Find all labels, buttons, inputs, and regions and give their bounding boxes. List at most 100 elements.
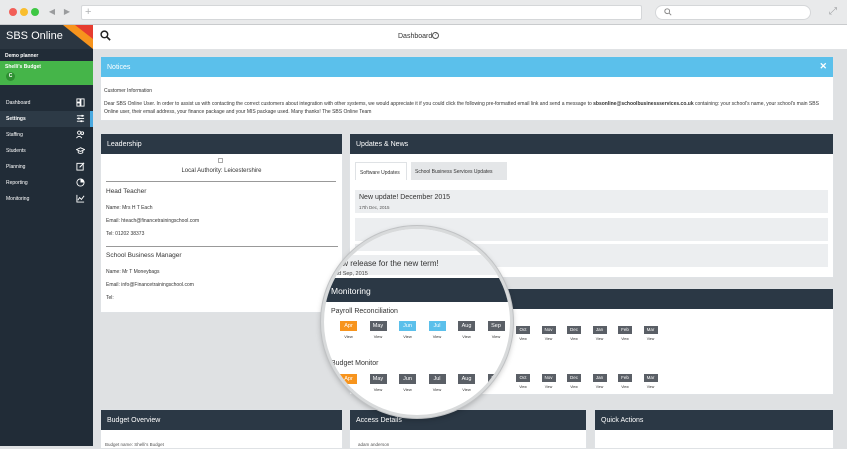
month-mar-badge[interactable]: Mar — [643, 326, 658, 334]
fullscreen-icon[interactable]: ⤢ — [829, 6, 837, 17]
news-title: New update! December 2015 — [359, 194, 451, 201]
view-link[interactable]: View — [516, 337, 530, 341]
view-link[interactable]: View — [429, 334, 446, 339]
month-feb-badge[interactable]: Feb — [618, 326, 632, 334]
news-date: 2nd Sep, 2015 — [332, 271, 368, 277]
sidebar-item-label: Monitoring — [6, 196, 30, 202]
view-link[interactable]: View — [593, 337, 607, 341]
sidebar-item-monitoring[interactable]: Monitoring — [0, 191, 93, 207]
month-mar-badge[interactable]: Mar — [643, 374, 658, 382]
view-link[interactable]: View — [542, 385, 556, 389]
budget-overview-title: Budget Overview — [101, 410, 342, 430]
sidebar-item-label: Reporting — [6, 180, 28, 186]
news-item[interactable]: New release for the new term! 2nd Sep, 2… — [324, 255, 510, 277]
month-sep-badge[interactable]: Sep — [487, 374, 505, 384]
view-link[interactable]: View — [399, 334, 416, 339]
search-icon — [664, 8, 672, 16]
view-link[interactable]: View — [618, 337, 632, 341]
notice-email-link[interactable]: sbsonline@schoolbusinessservices.co.uk — [593, 101, 693, 107]
month-jan-badge[interactable]: Jan — [592, 374, 607, 382]
view-link[interactable]: View — [593, 385, 607, 389]
view-link[interactable]: View — [644, 385, 658, 389]
notices-header: Notices ✕ — [101, 57, 833, 77]
view-link[interactable]: View — [618, 385, 632, 389]
divider — [106, 246, 338, 247]
tab-software-updates[interactable]: Software Updates — [355, 162, 407, 180]
news-title: New release for the new term! — [332, 259, 439, 268]
sidebar-item-students[interactable]: Students — [0, 143, 93, 159]
view-link[interactable]: View — [488, 334, 505, 339]
app-logo[interactable]: SBS Online — [0, 25, 93, 49]
pie-chart-icon — [76, 178, 85, 187]
month-jul-badge[interactable]: Jul — [428, 321, 446, 331]
sidebar-item-settings[interactable]: Settings — [0, 111, 93, 127]
sidebar-item-dashboard[interactable]: Dashboard — [0, 95, 93, 111]
view-link[interactable]: View — [644, 337, 658, 341]
view-link[interactable]: View — [370, 334, 387, 339]
view-link[interactable]: View — [488, 387, 505, 392]
month-may-badge[interactable]: May — [369, 321, 387, 331]
month-feb-badge[interactable]: Feb — [618, 374, 632, 382]
browser-toolbar: ◀ ▶ + ⤢ — [0, 0, 847, 25]
month-apr-badge[interactable]: Apr — [340, 374, 357, 384]
month-jun-badge[interactable]: Jun — [399, 321, 416, 331]
new-tab-icon[interactable]: + — [85, 6, 91, 19]
month-aug-badge[interactable]: Aug — [458, 321, 475, 331]
budget-monitor-label: Budget Monitor — [331, 360, 379, 367]
view-link[interactable]: View — [399, 387, 416, 392]
view-link[interactable]: View — [340, 334, 357, 339]
search-icon[interactable] — [100, 30, 111, 41]
month-dec-badge[interactable]: Dec — [567, 374, 581, 382]
view-link[interactable]: View — [516, 385, 530, 389]
users-icon — [76, 130, 85, 139]
view-link[interactable]: View — [542, 337, 556, 341]
month-nov-badge[interactable]: Nov — [541, 374, 556, 382]
quick-actions-panel: Quick Actions — [594, 409, 834, 449]
month-apr-badge[interactable]: Apr — [340, 321, 357, 331]
app-name: SBS Online — [6, 30, 63, 42]
planner-label: Demo planner — [5, 53, 39, 59]
head-teacher-tel: Tel: 01202 38373 — [106, 231, 145, 237]
sidebar-item-staffing[interactable]: Staffing — [0, 127, 93, 143]
month-jun-badge[interactable]: Jun — [399, 374, 416, 384]
address-bar[interactable]: + — [81, 5, 642, 20]
sidebar-item-reporting[interactable]: Reporting — [0, 175, 93, 191]
month-jan-badge[interactable]: Jan — [592, 326, 607, 334]
month-sep-badge[interactable]: Sep — [487, 321, 505, 331]
view-link[interactable]: View — [370, 387, 387, 392]
month-aug-badge[interactable]: Aug — [458, 374, 475, 384]
month-oct-badge[interactable]: Oct — [516, 374, 530, 382]
browser-search-field[interactable] — [655, 5, 811, 20]
sidebar-item-label: Settings — [6, 116, 26, 122]
month-may-badge[interactable]: May — [369, 374, 387, 384]
line-chart-icon — [76, 194, 85, 203]
forward-icon[interactable]: ▶ — [60, 6, 74, 18]
sidebar-item-planning[interactable]: Planning — [0, 159, 93, 175]
maximize-window-button[interactable] — [31, 8, 39, 16]
news-item[interactable]: New update! December 2015 17th Dec, 2015 — [355, 190, 828, 213]
notices-title: Notices — [107, 64, 131, 71]
view-link[interactable]: View — [567, 385, 581, 389]
tab-sbs-updates[interactable]: School Business Services Updates — [411, 162, 507, 180]
magnifier-lens: New release for the new term! 2nd Sep, 2… — [321, 226, 513, 418]
view-link[interactable]: View — [458, 387, 475, 392]
budget-selector[interactable]: Shelli's Budget C — [0, 61, 93, 85]
sidebar-item-label: Staffing — [6, 132, 23, 138]
back-icon[interactable]: ◀ — [45, 6, 59, 18]
view-link[interactable]: View — [429, 387, 446, 392]
view-link[interactable]: View — [340, 387, 357, 392]
view-link[interactable]: View — [458, 334, 475, 339]
sidebar-item-label: Dashboard — [6, 100, 31, 106]
sidebar: SBS Online Demo planner Shelli's Budget … — [0, 25, 93, 446]
help-icon[interactable]: ? — [432, 32, 439, 39]
close-window-button[interactable] — [9, 8, 17, 16]
budget-badge: C — [6, 72, 15, 81]
view-link[interactable]: View — [567, 337, 581, 341]
month-nov-badge[interactable]: Nov — [541, 326, 556, 334]
close-icon[interactable]: ✕ — [819, 61, 827, 72]
month-jul-badge[interactable]: Jul — [428, 374, 446, 384]
business-manager-name: Name: Mr T Moneybags — [106, 269, 160, 275]
month-dec-badge[interactable]: Dec — [567, 326, 581, 334]
minimize-window-button[interactable] — [20, 8, 28, 16]
month-oct-badge[interactable]: Oct — [516, 326, 530, 334]
